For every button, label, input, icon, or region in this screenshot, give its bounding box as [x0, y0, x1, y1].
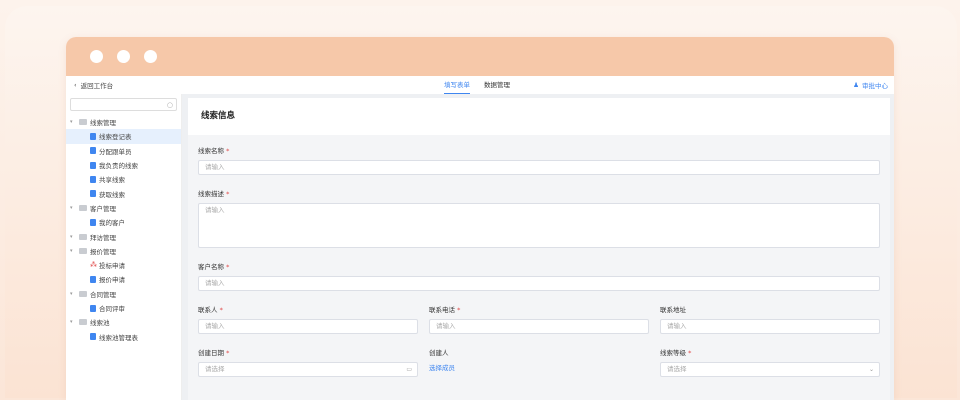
user-icon: ♟ [853, 81, 859, 89]
sidebar-tree: ▾ 线索管理线索登记表分配跟单员我负责的线索 共享线索获取线索 ▾ 客户管理我的客户 ▾ 拜… [66, 115, 181, 344]
top-nav: ‹ 返回工作台 填写表单 数据管理 ♟ 审批中心 [66, 76, 894, 94]
search-icon: ○ [166, 101, 173, 109]
sidebar-item-label: 投标申请 [99, 262, 125, 271]
sidebar-search-input[interactable]: ○ [70, 98, 177, 111]
sidebar-item[interactable]: ⁂ 投标申请 [70, 258, 177, 272]
sidebar-group[interactable]: ▾ 合同管理 [70, 287, 177, 301]
clue-desc-textarea[interactable]: 请输入 [198, 203, 880, 248]
folder-icon [79, 290, 87, 297]
window-dot[interactable] [117, 50, 130, 63]
sidebar-item[interactable]: 线索池管理表 [70, 329, 177, 343]
tab-data-management[interactable]: 数据管理 [484, 76, 510, 94]
sidebar-item-label: 线索池管理表 [99, 333, 138, 342]
form-icon [90, 275, 96, 283]
sidebar-item-label: 共享线索 [99, 176, 125, 185]
folder-icon [79, 204, 87, 211]
folder-icon [79, 247, 87, 254]
form-icon [90, 147, 96, 155]
contact-label: 联系人 * [198, 306, 223, 314]
sidebar-item-label: 分配跟单员 [99, 147, 132, 156]
calendar-icon: ▭ [406, 366, 412, 373]
form-panel: 线索信息 线索名称 * 请输入 线索描述 * 请输入 客户名称 * 请输入 联系… [188, 98, 890, 400]
back-to-workbench-link[interactable]: ‹ 返回工作台 [74, 80, 113, 90]
window-titlebar [66, 37, 894, 76]
window-dot[interactable] [144, 50, 157, 63]
sidebar-item[interactable]: 我的客户 [70, 215, 177, 229]
sidebar-item[interactable]: 我负责的线索 [70, 158, 177, 172]
sidebar-item-label: 获取线索 [99, 190, 125, 199]
chevron-left-icon: ‹ [74, 81, 77, 89]
level-select[interactable]: 请选择 ⌄ [660, 362, 880, 377]
address-label: 联系地址 [660, 306, 686, 314]
folder-icon [79, 233, 87, 240]
sidebar-item-label: 客户管理 [90, 204, 116, 213]
window-dot[interactable] [90, 50, 103, 63]
chevron-down-icon: ▾ [70, 247, 73, 254]
sidebar-item-label: 线索登记表 [99, 133, 132, 142]
form-icon [90, 175, 96, 183]
sidebar-item-label: 合同管理 [90, 290, 116, 299]
creator-label: 创建人 [429, 349, 449, 357]
sidebar-group[interactable]: ▾ 线索管理 [70, 115, 177, 129]
folder-icon [79, 319, 87, 326]
select-member-link[interactable]: 选择成员 [429, 362, 649, 377]
sidebar-item-label: 我的客户 [99, 219, 125, 228]
phone-input[interactable]: 请输入 [429, 319, 649, 334]
form-icon [90, 218, 96, 226]
chevron-down-icon: ▾ [70, 119, 73, 126]
form-icon [90, 161, 96, 169]
customer-name-label: 客户名称 * [198, 263, 230, 271]
sidebar-item[interactable]: 合同评审 [70, 301, 177, 315]
tab-fill-form[interactable]: 填写表单 [444, 76, 470, 94]
form-icon [90, 190, 96, 198]
workflow-icon: ⁂ [90, 261, 97, 270]
level-label: 线索等级 * [660, 349, 692, 357]
sidebar-item-label: 拜访管理 [90, 233, 116, 242]
folder-icon [79, 119, 87, 126]
sidebar-item[interactable]: 分配跟单员 [70, 144, 177, 158]
form-icon [90, 132, 96, 140]
sidebar-item-label: 报价管理 [90, 247, 116, 256]
form-title: 线索信息 [188, 98, 890, 135]
sidebar: ○ ▾ 线索管理线索登记表分配跟单员我负责的线索 共享线索获取线索 ▾ 客户管理我的客户… [66, 94, 182, 400]
sidebar-item-label: 我负责的线索 [99, 162, 138, 171]
tab-bar: 填写表单 数据管理 [444, 76, 510, 94]
chevron-down-icon: ▾ [70, 233, 73, 240]
create-date-picker[interactable]: 请选择 ▭ [198, 362, 418, 377]
sidebar-item-label: 线索池 [90, 319, 110, 328]
sidebar-item[interactable]: 线索登记表 [66, 129, 181, 144]
clue-name-label: 线索名称 * [198, 147, 230, 155]
sidebar-item[interactable]: 获取线索 [70, 186, 177, 200]
approval-center-link[interactable]: ♟ 审批中心 [853, 76, 888, 94]
main-content: 线索信息 线索名称 * 请输入 线索描述 * 请输入 客户名称 * 请输入 联系… [182, 94, 894, 400]
customer-name-input[interactable]: 请输入 [198, 276, 880, 291]
app-window: ‹ 返回工作台 填写表单 数据管理 ♟ 审批中心 ○ ▾ 线索管理线索登记表分配跟… [66, 37, 894, 400]
form-icon [90, 304, 96, 312]
sidebar-item[interactable]: 共享线索 [70, 172, 177, 186]
sidebar-item[interactable]: 报价申请 [70, 272, 177, 286]
form-icon [90, 333, 96, 341]
sidebar-group[interactable]: ▾ 客户管理 [70, 201, 177, 215]
contact-input[interactable]: 请输入 [198, 319, 418, 334]
back-label: 返回工作台 [80, 82, 114, 90]
chevron-down-icon: ⌄ [868, 366, 874, 373]
approval-center-label: 审批中心 [862, 82, 888, 90]
create-date-label: 创建日期 * [198, 349, 230, 357]
sidebar-group[interactable]: ▾ 报价管理 [70, 244, 177, 258]
chevron-down-icon: ▾ [70, 290, 73, 297]
address-input[interactable]: 请输入 [660, 319, 880, 334]
chevron-down-icon: ▾ [70, 204, 73, 211]
sidebar-group[interactable]: ▾ 线索池 [70, 315, 177, 329]
sidebar-item-label: 报价申请 [99, 276, 125, 285]
chevron-down-icon: ▾ [70, 319, 73, 326]
sidebar-item-label: 合同评审 [99, 305, 125, 313]
sidebar-group[interactable]: ▾ 拜访管理 [70, 229, 177, 243]
phone-label: 联系电话 * [429, 306, 461, 314]
clue-desc-label: 线索描述 * [198, 190, 230, 198]
sidebar-item-label: 线索管理 [90, 119, 116, 128]
clue-name-input[interactable]: 请输入 [198, 160, 880, 175]
